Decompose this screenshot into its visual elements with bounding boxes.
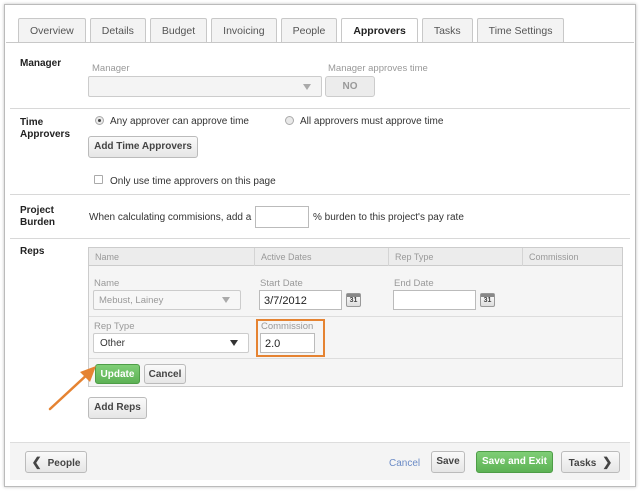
rep-type-label: Rep Type	[94, 321, 135, 332]
chevron-down-icon	[230, 340, 238, 346]
reps-section-label: Reps	[20, 246, 45, 257]
row-divider	[89, 316, 622, 317]
tab-time-settings[interactable]: Time Settings	[476, 18, 565, 42]
tab-details[interactable]: Details	[89, 18, 146, 42]
reps-table-header: Name Active Dates Rep Type Commission	[89, 248, 622, 266]
reps-table: Name Active Dates Rep Type Commission Na…	[88, 247, 623, 387]
end-date-label: End Date	[394, 278, 434, 289]
column-header-rep-type: Rep Type	[389, 248, 523, 266]
tab-approvers[interactable]: Approvers	[341, 18, 418, 43]
tab-overview[interactable]: Overview	[18, 18, 86, 42]
column-header-active-dates: Active Dates	[255, 248, 389, 266]
cancel-edit-button[interactable]: Cancel	[144, 364, 186, 384]
column-header-commission: Commission	[529, 252, 579, 262]
manager-field-label: Manager	[92, 63, 130, 74]
project-burden-input[interactable]	[255, 206, 309, 228]
section-divider	[10, 108, 630, 109]
start-date-input[interactable]: 3/7/2012	[259, 290, 342, 310]
tab-tasks[interactable]: Tasks	[421, 18, 473, 42]
project-burden-section-label: Project Burden	[20, 205, 55, 228]
manager-approves-toggle[interactable]: NO	[325, 76, 375, 97]
calendar-icon[interactable]: 31	[346, 293, 361, 307]
footer-cancel-link[interactable]: Cancel	[389, 458, 420, 469]
rep-type-value: Other	[100, 338, 126, 349]
manager-approves-label: Manager approves time	[328, 63, 428, 74]
rep-type-select[interactable]: Other	[93, 333, 249, 353]
any-approver-label: Any approver can approve time	[110, 116, 249, 127]
project-burden-prefix: When calculating commisions, add a	[89, 212, 252, 223]
section-divider	[10, 238, 630, 239]
tab-budget[interactable]: Budget	[149, 18, 208, 42]
only-page-checkbox[interactable]	[94, 175, 103, 184]
rep-name-select[interactable]: Mebust, Lainey	[93, 290, 241, 310]
column-header-name: Name	[89, 248, 255, 266]
tab-bar: Overview Details Budget Invoicing People…	[18, 18, 568, 43]
section-divider	[10, 194, 630, 195]
rep-name-value: Mebust, Lainey	[99, 295, 164, 306]
chevron-down-icon	[303, 83, 311, 90]
next-tasks-label: Tasks	[568, 458, 597, 469]
back-people-label: People	[47, 458, 81, 469]
row-divider	[89, 358, 622, 359]
add-time-approvers-button[interactable]: Add Time Approvers	[88, 136, 198, 158]
add-reps-button[interactable]: Add Reps	[88, 397, 147, 419]
project-burden-suffix: % burden to this project's pay rate	[313, 212, 464, 223]
time-approvers-section-label: Time Approvers	[20, 117, 71, 140]
any-approver-radio[interactable]	[95, 116, 104, 125]
only-page-label: Only use time approvers on this page	[110, 176, 276, 187]
save-and-exit-button[interactable]: Save and Exit	[476, 451, 553, 473]
all-approvers-radio[interactable]	[285, 116, 294, 125]
rep-name-label: Name	[94, 278, 120, 289]
tab-invoicing[interactable]: Invoicing	[211, 18, 277, 42]
manager-select[interactable]	[88, 76, 322, 97]
save-button[interactable]: Save	[431, 451, 465, 473]
end-date-input[interactable]	[393, 290, 476, 310]
chevron-right-icon: ❯	[602, 455, 613, 469]
tab-people[interactable]: People	[280, 18, 338, 42]
chevron-down-icon	[222, 297, 230, 303]
chevron-left-icon: ❮	[31, 455, 42, 469]
start-date-label: Start Date	[260, 278, 303, 289]
all-approvers-label: All approvers must approve time	[300, 116, 444, 127]
calendar-icon[interactable]: 31	[480, 293, 495, 307]
tab-divider	[6, 42, 634, 43]
back-people-button[interactable]: ❮ People	[25, 451, 87, 473]
commission-highlight	[256, 319, 325, 357]
next-tasks-button[interactable]: Tasks ❯	[561, 451, 620, 473]
manager-section-label: Manager	[20, 58, 62, 69]
